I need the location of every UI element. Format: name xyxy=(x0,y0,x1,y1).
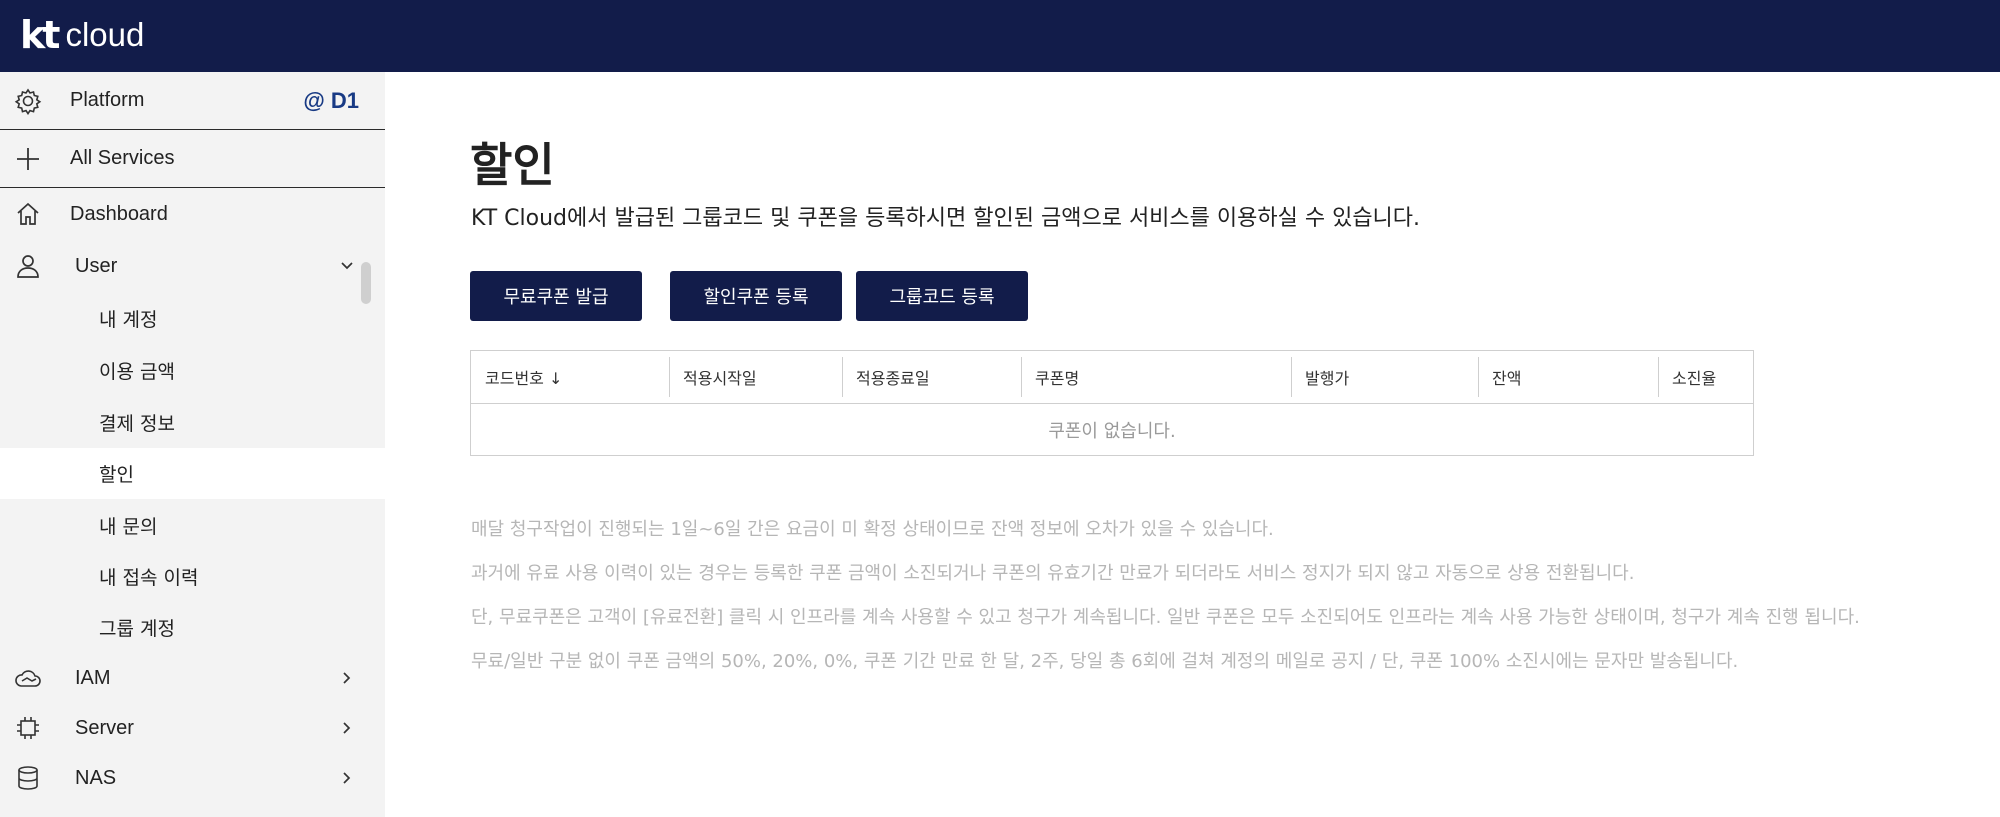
coupon-table-header: 코드번호 ↓ 적용시작일 적용종료일 쿠폰명 발행가 잔액 소진율 xyxy=(471,351,1753,404)
sidebar-item-access-history[interactable]: 내 접속 이력 xyxy=(0,551,385,602)
table-empty-message: 쿠폰이 없습니다. xyxy=(1048,421,1176,442)
sidebar-item-label: 할인 xyxy=(99,464,134,486)
sidebar-item-group-account[interactable]: 그룹 계정 xyxy=(0,602,385,653)
sidebar-item-payment-info[interactable]: 결제 정보 xyxy=(0,396,385,448)
database-icon xyxy=(14,764,42,792)
coupon-table: 코드번호 ↓ 적용시작일 적용종료일 쿠폰명 발행가 잔액 소진율 쿠폰이 없습… xyxy=(470,350,1754,456)
cloud-icon xyxy=(14,664,42,692)
home-icon xyxy=(14,200,42,228)
column-header-end-date[interactable]: 적용종료일 xyxy=(842,351,1021,403)
chevron-down-icon xyxy=(339,258,355,274)
discount-coupon-register-button[interactable]: 할인쿠폰 등록 xyxy=(670,271,842,321)
logo-kt-text: kt xyxy=(20,13,60,57)
sidebar-item-server[interactable]: Server xyxy=(0,703,385,753)
page-title: 할인 xyxy=(470,138,555,192)
sidebar-item-label: 내 접속 이력 xyxy=(99,567,199,589)
sidebar-item-label: 이용 금액 xyxy=(99,360,175,383)
chevron-right-icon xyxy=(339,770,355,786)
column-header-balance[interactable]: 잔액 xyxy=(1478,351,1658,403)
column-header-start-date[interactable]: 적용시작일 xyxy=(669,351,842,403)
sidebar-item-dashboard[interactable]: Dashboard xyxy=(0,188,385,240)
sidebar-item-discount[interactable]: 할인 xyxy=(0,448,385,499)
sidebar-item-usage-amount[interactable]: 이용 금액 xyxy=(0,344,385,396)
chip-icon xyxy=(14,714,42,742)
sidebar-all-services[interactable]: All Services xyxy=(0,130,385,187)
column-header-coupon-name[interactable]: 쿠폰명 xyxy=(1021,351,1291,403)
user-icon xyxy=(14,252,42,280)
sidebar-all-services-label: All Services xyxy=(70,147,175,169)
group-code-register-button[interactable]: 그룹코드 등록 xyxy=(856,271,1028,321)
main-content: 할인 KT Cloud에서 발급된 그룹코드 및 쿠폰을 등록하시면 할인된 금… xyxy=(385,72,2000,817)
chevron-right-icon xyxy=(339,720,355,736)
sidebar-item-label: IAM xyxy=(75,666,111,689)
column-header-issue-price[interactable]: 발행가 xyxy=(1291,351,1478,403)
plus-icon xyxy=(14,145,42,173)
sidebar-item-user[interactable]: User xyxy=(0,240,385,292)
sidebar-item-iam[interactable]: IAM xyxy=(0,653,385,703)
sidebar-item-label: 그룹 계정 xyxy=(99,618,175,640)
page-subtitle: KT Cloud에서 발급된 그룹코드 및 쿠폰을 등록하시면 할인된 금액으로… xyxy=(471,206,1421,231)
notice-line: 무료/일반 구분 없이 쿠폰 금액의 50%, 20%, 0%, 쿠폰 기간 만… xyxy=(471,651,1739,672)
kt-cloud-logo[interactable]: kt cloud xyxy=(20,8,144,62)
sidebar-item-nas[interactable]: NAS xyxy=(0,753,385,803)
platform-zone-badge: @ D1 xyxy=(303,87,359,113)
free-coupon-issue-button[interactable]: 무료쿠폰 발급 xyxy=(470,271,642,321)
sidebar-item-my-account[interactable]: 내 계정 xyxy=(0,292,385,344)
logo-cloud-text: cloud xyxy=(65,16,145,53)
sidebar-item-label: NAS xyxy=(75,766,117,789)
sidebar-item-label: User xyxy=(75,254,118,277)
notice-line: 과거에 유료 사용 이력이 있는 경우는 등록한 쿠폰 금액이 소진되거나 쿠폰… xyxy=(471,563,1635,584)
sidebar: Platform @ D1 All Services Dashboard Use… xyxy=(0,72,385,817)
sidebar-item-my-inquiry[interactable]: 내 문의 xyxy=(0,499,385,551)
sidebar-item-label: 결제 정보 xyxy=(99,412,175,435)
top-header-bar: kt cloud xyxy=(0,0,2000,72)
sidebar-item-label: Server xyxy=(75,716,134,739)
sidebar-platform-selector[interactable]: Platform @ D1 xyxy=(0,72,385,129)
column-header-code-number[interactable]: 코드번호 ↓ xyxy=(471,351,669,403)
sidebar-item-label: Dashboard xyxy=(70,202,168,225)
notice-line: 단, 무료쿠폰은 고객이 [유료전환] 클릭 시 인프라를 계속 사용할 수 있… xyxy=(471,607,1860,628)
sidebar-item-label: 내 계정 xyxy=(99,308,158,331)
column-header-usage-rate[interactable]: 소진율 xyxy=(1658,351,1753,403)
gear-icon xyxy=(14,87,42,115)
sidebar-platform-label: Platform xyxy=(70,89,145,111)
chevron-right-icon xyxy=(339,670,355,686)
sidebar-item-label: 내 문의 xyxy=(99,515,158,538)
notice-list: 매달 청구작업이 진행되는 1일~6일 간은 요금이 미 확정 상태이므로 잔액… xyxy=(471,508,1991,684)
notice-line: 매달 청구작업이 진행되는 1일~6일 간은 요금이 미 확정 상태이므로 잔액… xyxy=(471,519,1274,540)
